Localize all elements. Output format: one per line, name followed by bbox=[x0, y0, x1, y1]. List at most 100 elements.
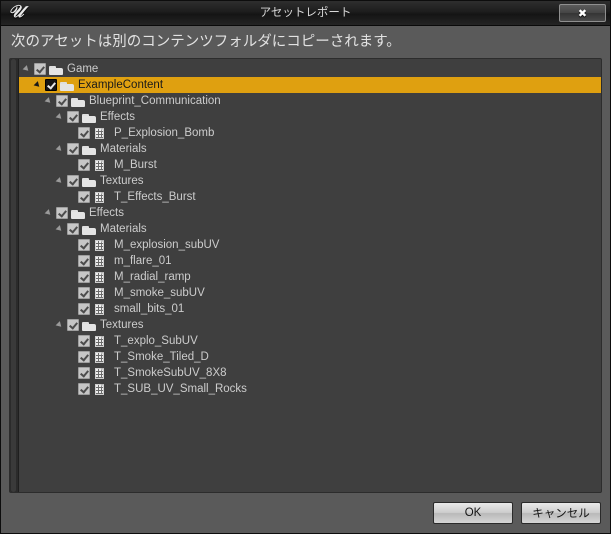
tree-row[interactable]: T_SUB_UV_Small_Rocks bbox=[19, 381, 601, 397]
tree-item-label: T_Effects_Burst bbox=[114, 191, 196, 203]
folder-icon bbox=[82, 319, 97, 332]
close-icon[interactable]: ✖ bbox=[559, 4, 606, 22]
tree-item-checkbox[interactable] bbox=[67, 175, 79, 187]
tree-row[interactable]: Materials bbox=[19, 141, 601, 157]
tree-item-label: ExampleContent bbox=[78, 79, 164, 91]
tree-item-checkbox[interactable] bbox=[78, 127, 90, 139]
tree-row[interactable]: T_Effects_Burst bbox=[19, 189, 601, 205]
tree-item-checkbox[interactable] bbox=[78, 303, 90, 315]
expander-arrow-icon[interactable] bbox=[56, 173, 67, 189]
tree-item-checkbox[interactable] bbox=[78, 335, 90, 347]
folder-icon bbox=[71, 95, 86, 108]
unreal-engine-logo-icon: 𝒰 bbox=[8, 1, 24, 22]
expander-spacer bbox=[67, 237, 78, 253]
expander-spacer bbox=[67, 285, 78, 301]
tree-item-label: T_explo_SubUV bbox=[114, 335, 198, 347]
tree-item-checkbox[interactable] bbox=[78, 191, 90, 203]
expander-arrow-icon[interactable] bbox=[56, 317, 67, 333]
expander-spacer bbox=[67, 301, 78, 317]
tree-item-label: Materials bbox=[100, 143, 147, 155]
tree-item-checkbox[interactable] bbox=[67, 111, 79, 123]
tree-row[interactable]: m_flare_01 bbox=[19, 253, 601, 269]
expander-arrow-icon[interactable] bbox=[34, 77, 45, 93]
tree-row[interactable]: Materials bbox=[19, 221, 601, 237]
tree-row[interactable]: ExampleContent bbox=[19, 77, 601, 93]
tree-row[interactable]: Textures bbox=[19, 317, 601, 333]
tree-row[interactable]: P_Explosion_Bomb bbox=[19, 125, 601, 141]
tree-row[interactable]: T_explo_SubUV bbox=[19, 333, 601, 349]
asset-file-icon bbox=[94, 255, 109, 268]
folder-icon bbox=[60, 79, 75, 92]
asset-file-icon bbox=[94, 271, 109, 284]
folder-icon bbox=[82, 143, 97, 156]
window-title: アセットレポート bbox=[259, 7, 352, 19]
tree-item-checkbox[interactable] bbox=[67, 223, 79, 235]
tree-item-label: m_flare_01 bbox=[114, 255, 172, 267]
expander-arrow-icon[interactable] bbox=[23, 61, 34, 77]
tree-row[interactable]: M_radial_ramp bbox=[19, 269, 601, 285]
tree-item-checkbox[interactable] bbox=[78, 255, 90, 267]
expander-arrow-icon[interactable] bbox=[56, 109, 67, 125]
asset-file-icon bbox=[94, 351, 109, 364]
tree-item-checkbox[interactable] bbox=[67, 319, 79, 331]
expander-arrow-icon[interactable] bbox=[45, 93, 56, 109]
tree-item-checkbox[interactable] bbox=[78, 239, 90, 251]
dialog-body: 次のアセットは別のコンテンツフォルダにコピーされます。 Game ExampleC… bbox=[1, 26, 610, 533]
tree-row[interactable]: Blueprint_Communication bbox=[19, 93, 601, 109]
tree-item-checkbox[interactable] bbox=[78, 383, 90, 395]
folder-icon bbox=[71, 207, 86, 220]
expander-arrow-icon[interactable] bbox=[56, 141, 67, 157]
tree-item-label: Textures bbox=[100, 175, 144, 187]
headline-text: 次のアセットは別のコンテンツフォルダにコピーされます。 bbox=[11, 34, 401, 50]
tree-item-label: Effects bbox=[100, 111, 135, 123]
expander-spacer bbox=[67, 189, 78, 205]
vertical-scrollbar[interactable] bbox=[10, 59, 19, 492]
tree-item-checkbox[interactable] bbox=[78, 287, 90, 299]
asset-tree[interactable]: Game ExampleContent Blueprint_Communicatio… bbox=[19, 59, 601, 492]
tree-item-checkbox[interactable] bbox=[67, 143, 79, 155]
expander-spacer bbox=[67, 125, 78, 141]
tree-row[interactable]: Effects bbox=[19, 109, 601, 125]
tree-item-checkbox[interactable] bbox=[56, 207, 68, 219]
tree-row[interactable]: T_Smoke_Tiled_D bbox=[19, 349, 601, 365]
tree-item-label: M_explosion_subUV bbox=[114, 239, 220, 251]
tree-item-label: M_Burst bbox=[114, 159, 157, 171]
tree-row[interactable]: Textures bbox=[19, 173, 601, 189]
cancel-button[interactable]: キャンセル bbox=[521, 502, 601, 524]
tree-item-checkbox[interactable] bbox=[78, 159, 90, 171]
tree-item-checkbox[interactable] bbox=[45, 79, 57, 91]
expander-arrow-icon[interactable] bbox=[45, 205, 56, 221]
expander-arrow-icon[interactable] bbox=[56, 221, 67, 237]
asset-file-icon bbox=[94, 159, 109, 172]
tree-item-checkbox[interactable] bbox=[56, 95, 68, 107]
tree-row[interactable]: small_bits_01 bbox=[19, 301, 601, 317]
tree-item-checkbox[interactable] bbox=[78, 351, 90, 363]
tree-item-label: small_bits_01 bbox=[114, 303, 185, 315]
ok-button[interactable]: OK bbox=[433, 502, 513, 524]
tree-row[interactable]: M_smoke_subUV bbox=[19, 285, 601, 301]
tree-item-checkbox[interactable] bbox=[34, 63, 46, 75]
scrollbar-thumb[interactable] bbox=[11, 59, 16, 492]
tree-item-checkbox[interactable] bbox=[78, 367, 90, 379]
tree-row[interactable]: T_SmokeSubUV_8X8 bbox=[19, 365, 601, 381]
expander-spacer bbox=[67, 333, 78, 349]
tree-row[interactable]: M_explosion_subUV bbox=[19, 237, 601, 253]
asset-file-icon bbox=[94, 383, 109, 396]
tree-item-checkbox[interactable] bbox=[78, 271, 90, 283]
tree-row[interactable]: M_Burst bbox=[19, 157, 601, 173]
tree-item-label: Textures bbox=[100, 319, 144, 331]
tree-row[interactable]: Effects bbox=[19, 205, 601, 221]
tree-row[interactable]: Game bbox=[19, 61, 601, 77]
